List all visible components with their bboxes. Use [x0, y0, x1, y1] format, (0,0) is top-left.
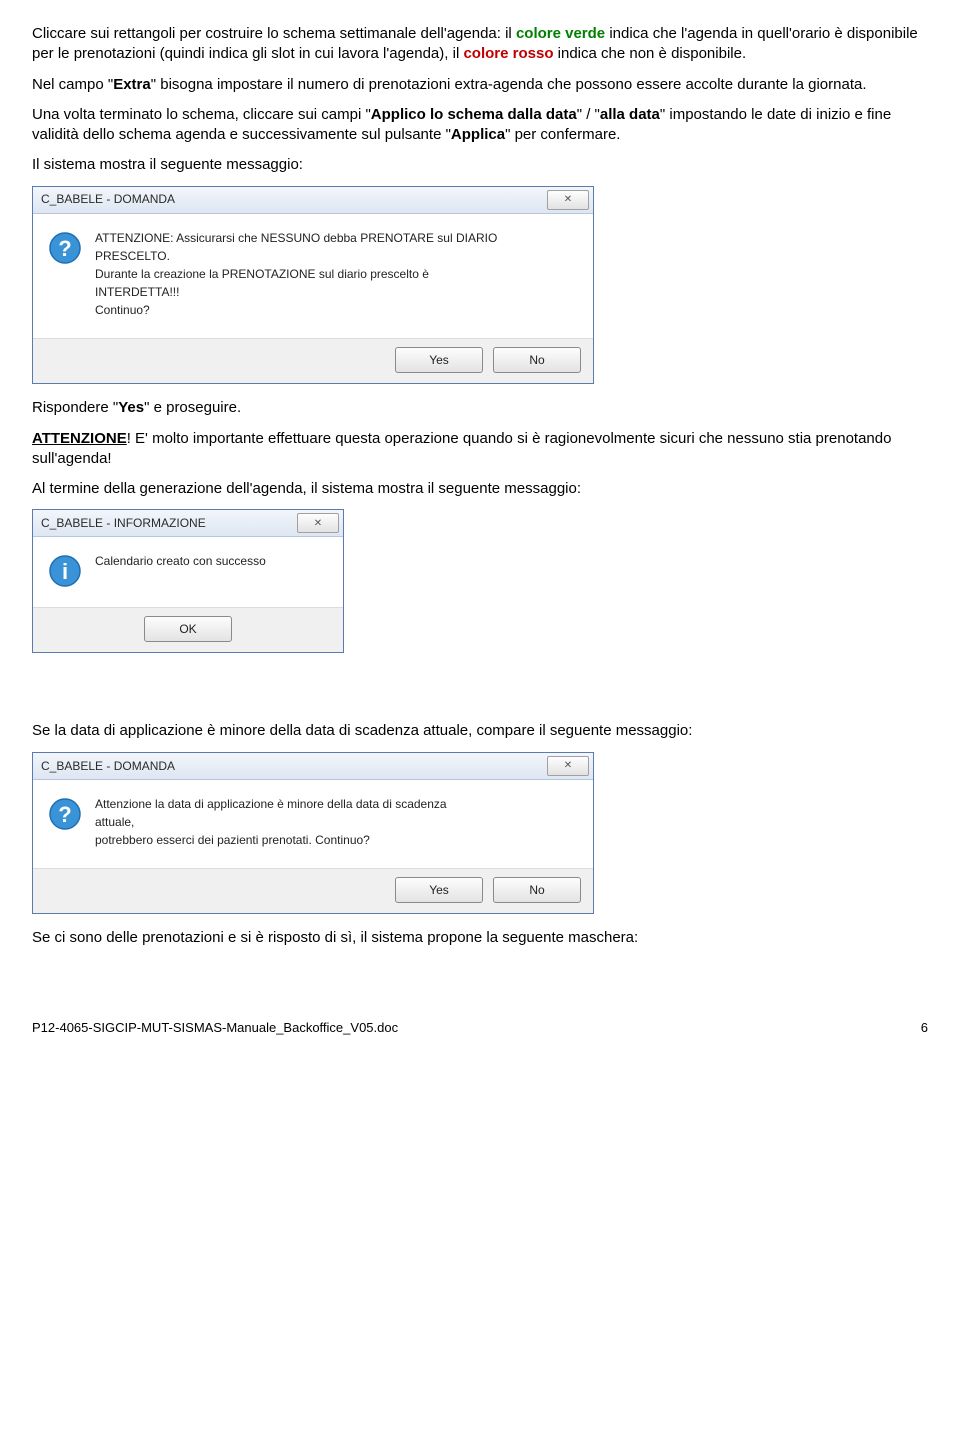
ok-button[interactable]: OK	[144, 616, 232, 642]
dialog-line: INTERDETTA!!!	[95, 284, 579, 300]
close-button[interactable]: ✕	[297, 513, 339, 533]
close-button[interactable]: ✕	[547, 190, 589, 210]
close-icon: ✕	[564, 193, 572, 207]
close-icon: ✕	[564, 759, 572, 773]
yes-button[interactable]: Yes	[395, 347, 483, 373]
dialog-line: Durante la creazione la PRENOTAZIONE sul…	[95, 266, 579, 282]
dialog-titlebar[interactable]: C_BABELE - DOMANDA ✕	[33, 753, 593, 780]
info-icon: i	[47, 553, 83, 589]
close-icon: ✕	[314, 517, 322, 531]
svg-text:?: ?	[58, 236, 71, 261]
dialog-buttons: Yes No	[33, 868, 593, 913]
dialog-line: Calendario creato con successo	[95, 553, 329, 569]
text: " e proseguire.	[144, 399, 241, 416]
text-red: colore rosso	[463, 45, 553, 62]
text: Una volta terminato lo schema, cliccare …	[32, 106, 371, 123]
dialog-line: ATTENZIONE: Assicurarsi che NESSUNO debb…	[95, 230, 579, 246]
dialog-title: C_BABELE - INFORMAZIONE	[41, 515, 206, 531]
text: " bisogna impostare il numero di prenota…	[151, 76, 867, 93]
close-button[interactable]: ✕	[547, 756, 589, 776]
text-bold: Extra	[113, 76, 151, 93]
text-green: colore verde	[516, 25, 605, 42]
paragraph-1: Cliccare sui rettangoli per costruire lo…	[32, 24, 928, 65]
dialog-message: Attenzione la data di applicazione è min…	[95, 796, 579, 851]
text-bold: alla data	[600, 106, 660, 123]
dialog-message: ATTENZIONE: Assicurarsi che NESSUNO debb…	[95, 230, 579, 321]
paragraph-2: Nel campo "Extra" bisogna impostare il n…	[32, 75, 928, 95]
yes-button[interactable]: Yes	[395, 877, 483, 903]
text: " / "	[577, 106, 600, 123]
dialog-line: potrebbero esserci dei pazienti prenotat…	[95, 832, 579, 848]
paragraph-4: Il sistema mostra il seguente messaggio:	[32, 155, 928, 175]
question-icon: ?	[47, 796, 83, 832]
text: Cliccare sui rettangoli per costruire lo…	[32, 25, 516, 42]
no-button[interactable]: No	[493, 877, 581, 903]
footer-page-number: 6	[921, 1019, 928, 1037]
dialog-line: Continuo?	[95, 302, 579, 318]
text: Rispondere "	[32, 399, 118, 416]
dialog-buttons: OK	[33, 607, 343, 652]
text: " per confermare.	[505, 126, 620, 143]
dialog-titlebar[interactable]: C_BABELE - INFORMAZIONE ✕	[33, 510, 343, 537]
footer-filename: P12-4065-SIGCIP-MUT-SISMAS-Manuale_Backo…	[32, 1019, 398, 1037]
text: ! E' molto importante effettuare questa …	[32, 430, 891, 467]
dialog-line: PRESCELTO.	[95, 248, 579, 264]
dialog-body: i Calendario creato con successo	[33, 537, 343, 607]
dialog-title: C_BABELE - DOMANDA	[41, 191, 175, 207]
svg-text:?: ?	[58, 802, 71, 827]
question-icon: ?	[47, 230, 83, 266]
svg-text:i: i	[62, 559, 68, 584]
paragraph-5: Rispondere "Yes" e proseguire.	[32, 398, 928, 418]
dialog-titlebar[interactable]: C_BABELE - DOMANDA ✕	[33, 187, 593, 214]
dialog-line: attuale,	[95, 814, 579, 830]
text-bold: Applico lo schema dalla data	[371, 106, 577, 123]
paragraph-8: Se la data di applicazione è minore dell…	[32, 721, 928, 741]
text-attention: ATTENZIONE	[32, 430, 127, 447]
dialog-domanda-1: C_BABELE - DOMANDA ✕ ? ATTENZIONE: Assic…	[32, 186, 594, 385]
text: Nel campo "	[32, 76, 113, 93]
paragraph-3: Una volta terminato lo schema, cliccare …	[32, 105, 928, 146]
dialog-informazione: C_BABELE - INFORMAZIONE ✕ i Calendario c…	[32, 509, 344, 653]
paragraph-attention: ATTENZIONE! E' molto importante effettua…	[32, 429, 928, 470]
dialog-title: C_BABELE - DOMANDA	[41, 758, 175, 774]
paragraph-7: Al termine della generazione dell'agenda…	[32, 479, 928, 499]
text: indica che non è disponibile.	[558, 45, 746, 62]
text-bold: Yes	[118, 399, 144, 416]
dialog-body: ? Attenzione la data di applicazione è m…	[33, 780, 593, 869]
dialog-line: Attenzione la data di applicazione è min…	[95, 796, 579, 812]
dialog-domanda-2: C_BABELE - DOMANDA ✕ ? Attenzione la dat…	[32, 752, 594, 915]
dialog-buttons: Yes No	[33, 338, 593, 383]
paragraph-9: Se ci sono delle prenotazioni e si è ris…	[32, 928, 928, 948]
no-button[interactable]: No	[493, 347, 581, 373]
page-footer: P12-4065-SIGCIP-MUT-SISMAS-Manuale_Backo…	[32, 1019, 928, 1037]
dialog-message: Calendario creato con successo	[95, 553, 329, 589]
dialog-body: ? ATTENZIONE: Assicurarsi che NESSUNO de…	[33, 214, 593, 339]
text-bold: Applica	[451, 126, 505, 143]
